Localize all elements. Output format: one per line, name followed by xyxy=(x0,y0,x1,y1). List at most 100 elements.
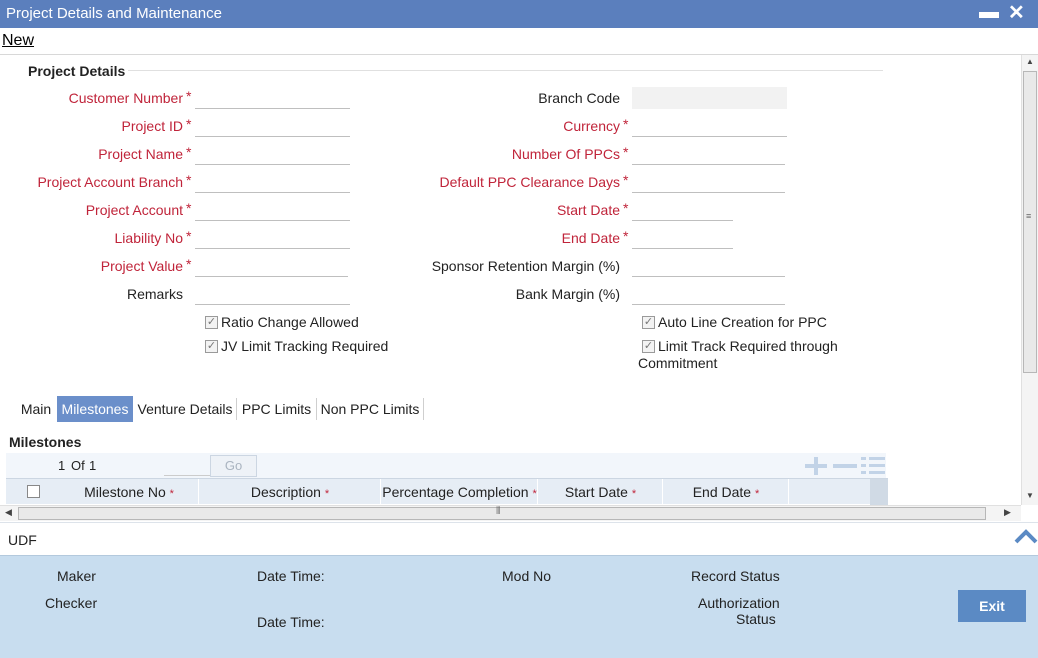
maker-label: Maker xyxy=(57,568,96,584)
tab-milestones[interactable]: Milestones xyxy=(57,396,133,422)
tab-non-ppc-limits[interactable]: Non PPC Limits xyxy=(318,396,422,422)
chevron-up-icon[interactable] xyxy=(1014,525,1038,547)
bank-margin-label: Bank Margin (%) xyxy=(515,286,620,302)
record-status-label: Record Status xyxy=(691,568,780,584)
page-of-label: Of xyxy=(71,458,85,473)
scroll-up-icon[interactable]: ▲ xyxy=(1026,57,1034,66)
currency-label: Currency xyxy=(563,118,620,134)
horizontal-scrollbar[interactable]: ◀ ⦀ ▶ xyxy=(0,505,1021,521)
col-description[interactable]: Description * xyxy=(200,479,380,505)
jv-limit-checkbox[interactable]: ✓ xyxy=(205,340,218,353)
customer-number-input[interactable] xyxy=(195,87,350,109)
authorization-status-label-cont: Status xyxy=(736,611,776,627)
required-mark: * xyxy=(186,144,192,160)
udf-link[interactable]: UDF xyxy=(8,532,37,548)
go-button[interactable]: Go xyxy=(210,455,257,477)
vertical-scroll-thumb[interactable] xyxy=(1023,71,1037,373)
required-mark: * xyxy=(623,228,629,244)
scroll-grip-icon: ⦀ xyxy=(496,506,501,517)
end-date-label: End Date xyxy=(561,230,620,246)
checker-date-time-label: Date Time: xyxy=(257,614,325,630)
col-label: Percentage Completion xyxy=(382,484,529,500)
project-name-input[interactable] xyxy=(195,143,350,165)
liability-no-input[interactable] xyxy=(195,227,350,249)
milestones-grid-header: Milestone No * Description * Percentage … xyxy=(6,478,888,505)
sponsor-retention-margin-input[interactable] xyxy=(632,255,785,277)
scroll-right-icon[interactable]: ▶ xyxy=(1004,507,1011,518)
add-row-icon[interactable] xyxy=(804,457,828,475)
remarks-input[interactable] xyxy=(195,283,350,305)
close-icon[interactable]: ✕ xyxy=(1008,0,1025,25)
required-mark: * xyxy=(186,116,192,132)
delete-row-icon[interactable] xyxy=(832,457,858,475)
project-account-input[interactable] xyxy=(195,199,350,221)
required-mark: * xyxy=(186,200,192,216)
select-all-checkbox[interactable] xyxy=(27,485,40,498)
project-account-branch-input[interactable] xyxy=(195,171,350,193)
project-id-label: Project ID xyxy=(121,118,183,134)
single-view-icon[interactable] xyxy=(861,455,885,477)
start-date-input[interactable] xyxy=(632,199,733,221)
col-percentage-completion[interactable]: Percentage Completion * xyxy=(382,479,537,505)
required-mark: * xyxy=(186,256,192,272)
project-account-branch-label: Project Account Branch xyxy=(37,174,183,190)
window-title: Project Details and Maintenance xyxy=(6,5,222,22)
col-end-date[interactable]: End Date * xyxy=(664,479,788,505)
required-mark: * xyxy=(631,488,637,500)
auto-line-checkbox[interactable]: ✓ xyxy=(642,316,655,329)
total-pages: 1 xyxy=(89,458,97,473)
checker-label: Checker xyxy=(45,595,98,611)
audit-footer: Maker Checker Date Time: Date Time: Mod … xyxy=(0,555,1038,658)
col-start-date[interactable]: Start Date * xyxy=(539,479,662,505)
limit-track-checkbox[interactable]: ✓ xyxy=(642,340,655,353)
branch-code-label: Branch Code xyxy=(538,90,620,106)
tab-venture-details[interactable]: Venture Details xyxy=(136,396,234,422)
required-mark: * xyxy=(623,172,629,188)
project-account-label: Project Account xyxy=(85,202,183,218)
number-of-ppcs-input[interactable] xyxy=(632,143,785,165)
page-number-input[interactable] xyxy=(164,457,210,476)
currency-input[interactable] xyxy=(632,115,787,137)
new-link[interactable]: New xyxy=(2,32,34,50)
project-value-label: Project Value xyxy=(100,258,183,274)
col-divider xyxy=(537,479,538,505)
col-label: End Date xyxy=(692,484,752,500)
milestones-pager: 1 Of 1 Go xyxy=(6,453,886,479)
sponsor-retention-margin-label: Sponsor Retention Margin (%) xyxy=(431,258,620,274)
section-title: Project Details xyxy=(28,63,126,79)
scroll-left-icon[interactable]: ◀ xyxy=(5,507,12,518)
limit-track-label-cont: Commitment xyxy=(638,355,718,371)
project-id-input[interactable] xyxy=(195,115,350,137)
required-mark: * xyxy=(623,116,629,132)
scroll-grip-icon: ≡ xyxy=(1026,211,1032,221)
required-mark: * xyxy=(754,488,760,500)
scroll-down-icon[interactable]: ▼ xyxy=(1026,491,1034,500)
col-divider xyxy=(198,479,199,505)
required-mark: * xyxy=(186,228,192,244)
project-value-input[interactable] xyxy=(195,255,348,277)
auto-line-label: Auto Line Creation for PPC xyxy=(658,314,827,330)
grid-scroll-corner xyxy=(870,479,888,505)
bank-margin-input[interactable] xyxy=(632,283,785,305)
milestones-title: Milestones xyxy=(9,434,82,450)
current-page: 1 xyxy=(58,458,66,473)
vertical-scrollbar[interactable]: ▲ ≡ ▼ xyxy=(1021,55,1038,505)
default-ppc-clearance-days-input[interactable] xyxy=(632,171,785,193)
exit-button[interactable]: Exit xyxy=(958,590,1026,622)
required-mark: * xyxy=(623,144,629,160)
col-milestone-no[interactable]: Milestone No * xyxy=(60,479,198,505)
tab-ppc-limits[interactable]: PPC Limits xyxy=(238,396,315,422)
required-mark: * xyxy=(324,488,330,500)
branch-code-input xyxy=(632,87,787,109)
udf-bar: UDF xyxy=(0,522,1038,555)
ratio-change-checkbox[interactable]: ✓ xyxy=(205,316,218,329)
minimize-icon[interactable]: ▬ xyxy=(979,1,999,24)
end-date-input[interactable] xyxy=(632,227,733,249)
jv-limit-label: JV Limit Tracking Required xyxy=(221,338,389,354)
col-divider xyxy=(662,479,663,505)
horizontal-scroll-thumb[interactable] xyxy=(18,507,986,520)
ratio-change-label: Ratio Change Allowed xyxy=(221,314,359,330)
authorization-status-label: Authorization xyxy=(698,595,780,611)
tab-main[interactable]: Main xyxy=(15,396,57,422)
col-label: Start Date xyxy=(564,484,628,500)
